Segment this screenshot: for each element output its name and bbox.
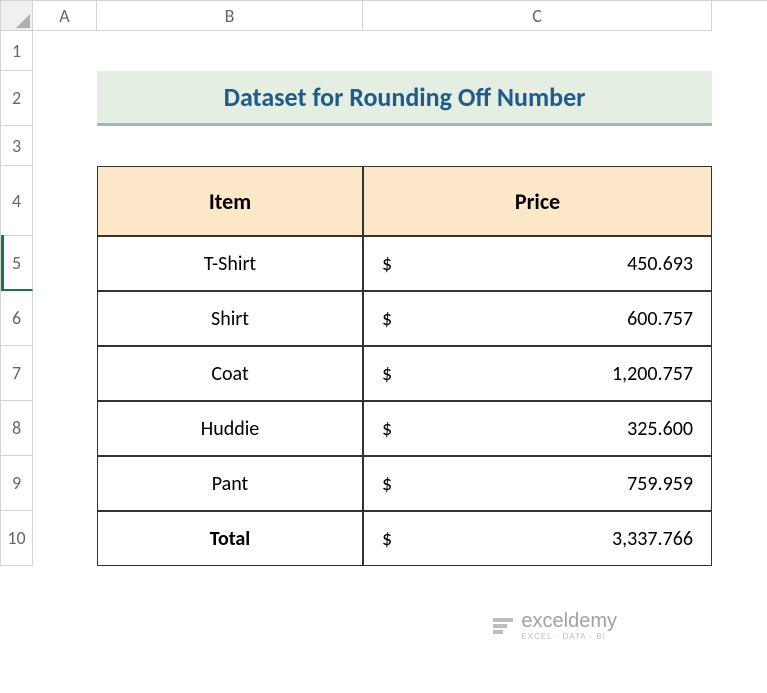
row-header-8[interactable]: 8	[1, 401, 33, 456]
cell-item-3[interactable]: Huddie	[97, 401, 363, 456]
currency-symbol: $	[382, 307, 392, 331]
col-header-a[interactable]: A	[33, 1, 97, 31]
price-amount: 325.600	[392, 417, 693, 441]
cell-a9[interactable]	[33, 456, 97, 511]
spreadsheet-grid: A B C 1 2 Dataset for Rounding Off Numbe…	[0, 0, 767, 566]
row-header-6[interactable]: 6	[1, 291, 33, 346]
price-amount: 759.959	[392, 472, 693, 496]
row-header-7[interactable]: 7	[1, 346, 33, 401]
row-header-2[interactable]: 2	[1, 71, 33, 126]
cell-a3[interactable]	[33, 126, 97, 166]
watermark-main: exceldemy	[521, 611, 617, 631]
cell-a8[interactable]	[33, 401, 97, 456]
cell-a6[interactable]	[33, 291, 97, 346]
cell-a5[interactable]	[33, 236, 97, 291]
cell-price-4[interactable]: $ 759.959	[363, 456, 712, 511]
cell-a1[interactable]	[33, 31, 97, 71]
watermark-sub: EXCEL · DATA · BI	[521, 633, 617, 641]
cell-total-label[interactable]: Total	[97, 511, 363, 566]
price-amount: 600.757	[392, 307, 693, 331]
cell-price-1[interactable]: $ 600.757	[363, 291, 712, 346]
currency-symbol: $	[382, 527, 392, 551]
row-header-9[interactable]: 9	[1, 456, 33, 511]
row-header-3[interactable]: 3	[1, 126, 33, 166]
cell-c3[interactable]	[363, 126, 712, 166]
header-item[interactable]: Item	[97, 166, 363, 236]
row-header-10[interactable]: 10	[1, 511, 33, 566]
cell-price-2[interactable]: $ 1,200.757	[363, 346, 712, 401]
currency-symbol: $	[382, 362, 392, 386]
cell-a7[interactable]	[33, 346, 97, 401]
title-cell[interactable]: Dataset for Rounding Off Number	[97, 71, 712, 126]
cell-total-price[interactable]: $ 3,337.766	[363, 511, 712, 566]
cell-item-1[interactable]: Shirt	[97, 291, 363, 346]
currency-symbol: $	[382, 417, 392, 441]
watermark: exceldemy EXCEL · DATA · BI	[493, 611, 617, 641]
cell-price-0[interactable]: $ 450.693	[363, 236, 712, 291]
col-header-c[interactable]: C	[363, 1, 712, 31]
header-price[interactable]: Price	[363, 166, 712, 236]
col-header-b[interactable]: B	[97, 1, 363, 31]
cell-c1[interactable]	[363, 31, 712, 71]
select-all-corner[interactable]	[1, 1, 33, 31]
cell-item-2[interactable]: Coat	[97, 346, 363, 401]
price-amount: 450.693	[392, 252, 693, 276]
watermark-text: exceldemy EXCEL · DATA · BI	[521, 611, 617, 641]
cell-b3[interactable]	[97, 126, 363, 166]
watermark-icon	[493, 618, 513, 634]
cell-b1[interactable]	[97, 31, 363, 71]
price-amount: 1,200.757	[392, 362, 693, 386]
cell-a4[interactable]	[33, 166, 97, 236]
currency-symbol: $	[382, 472, 392, 496]
currency-symbol: $	[382, 252, 392, 276]
price-amount: 3,337.766	[392, 527, 693, 551]
row-header-4[interactable]: 4	[1, 166, 33, 236]
cell-item-4[interactable]: Pant	[97, 456, 363, 511]
cell-a10[interactable]	[33, 511, 97, 566]
row-header-1[interactable]: 1	[1, 31, 33, 71]
cell-price-3[interactable]: $ 325.600	[363, 401, 712, 456]
cell-a2[interactable]	[33, 71, 97, 126]
row-header-5[interactable]: 5	[1, 236, 33, 291]
cell-item-0[interactable]: T-Shirt	[97, 236, 363, 291]
